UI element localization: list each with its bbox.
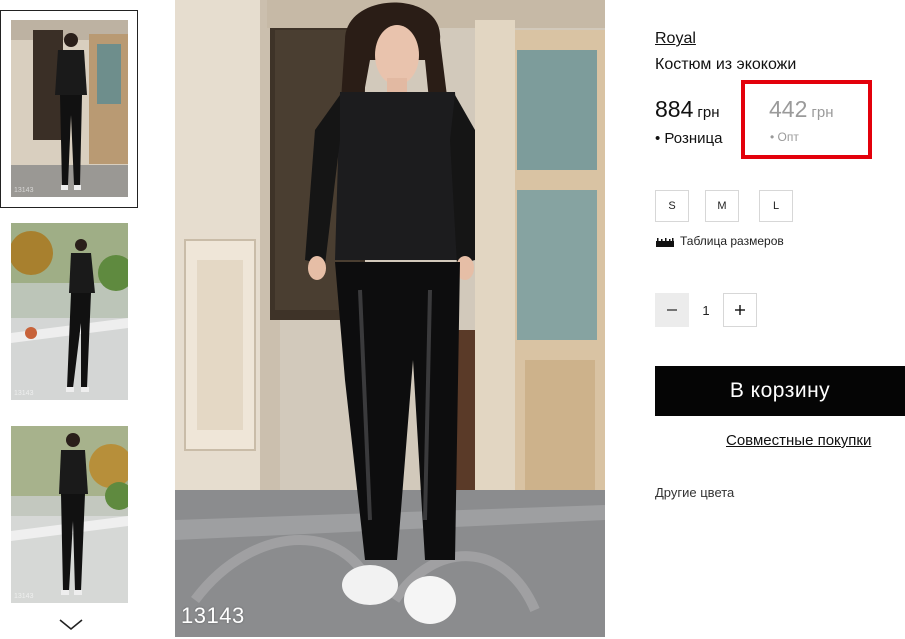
- main-image-code: 13143: [181, 603, 245, 628]
- thumbnail-1[interactable]: 13143: [11, 20, 128, 197]
- thumbnail-3-code: 13143: [14, 593, 34, 600]
- thumbnail-gallery: 13143 13143 13143: [0, 0, 145, 637]
- wholesale-price-currency: грн: [811, 104, 834, 121]
- thumbnail-1-code: 13143: [14, 187, 34, 194]
- wholesale-price-label: • Опт: [770, 130, 799, 144]
- joint-purchase-link[interactable]: Совместные покупки: [726, 432, 871, 449]
- add-to-cart-button[interactable]: В корзину: [655, 366, 905, 416]
- quantity-value[interactable]: 1: [689, 293, 723, 327]
- thumbnail-3[interactable]: 13143: [11, 426, 128, 603]
- thumbnail-2-code: 13143: [14, 390, 34, 397]
- other-colors-label: Другие цвета: [655, 485, 735, 500]
- plus-icon: [735, 305, 745, 315]
- thumbnail-2[interactable]: 13143: [11, 223, 128, 400]
- retail-price: 884 грн • Розница: [655, 96, 722, 147]
- retail-price-currency: грн: [697, 104, 720, 121]
- size-option-l[interactable]: L: [759, 190, 793, 222]
- quantity-increase-button[interactable]: [723, 293, 757, 327]
- size-table-label: Таблица размеров: [680, 234, 784, 248]
- size-option-m[interactable]: M: [705, 190, 739, 222]
- brand-link[interactable]: Royal: [655, 30, 696, 48]
- quantity-decrease-button[interactable]: [655, 293, 689, 327]
- wholesale-price: 442 грн • Опт: [769, 96, 834, 144]
- thumbnail-3-image: [11, 426, 128, 603]
- product-title: Костюм из экокожи: [655, 56, 797, 73]
- ruler-icon: [656, 236, 674, 248]
- chevron-down-icon[interactable]: [56, 614, 86, 634]
- size-table-link[interactable]: Таблица размеров: [656, 234, 784, 248]
- main-product-photo: [175, 0, 605, 637]
- size-option-s[interactable]: S: [655, 190, 689, 222]
- main-product-image[interactable]: 13143: [175, 0, 605, 637]
- thumbnail-1-image: [11, 20, 128, 197]
- wholesale-price-amount: 442: [769, 96, 808, 122]
- retail-price-label: • Розница: [655, 130, 723, 147]
- retail-price-amount: 884: [655, 96, 694, 122]
- minus-icon: [667, 309, 677, 311]
- thumbnail-2-image: [11, 223, 128, 400]
